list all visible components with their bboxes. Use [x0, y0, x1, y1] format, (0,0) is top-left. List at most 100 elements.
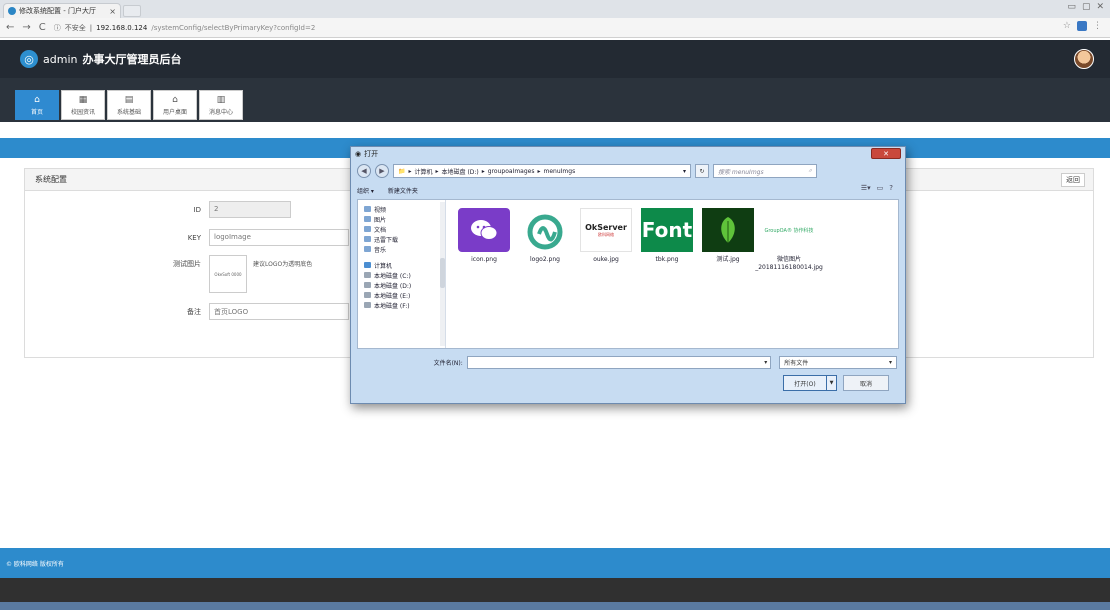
window-controls: ▭ ▢ ✕	[1067, 2, 1104, 12]
back-arrow-icon[interactable]: ←	[6, 22, 14, 33]
bookmark-star-icon[interactable]: ☆	[1063, 21, 1071, 31]
tree-item[interactable]: 音乐	[364, 244, 439, 254]
file-item[interactable]: 测试.jpg	[702, 208, 754, 272]
note-field[interactable]: 首页LOGO	[209, 303, 349, 320]
new-folder-button[interactable]: 新建文件夹	[388, 186, 418, 195]
drive-icon	[364, 292, 371, 298]
library-icon	[364, 206, 371, 212]
chat-bubble-icon	[458, 208, 510, 252]
refresh-icon[interactable]: ↻	[695, 164, 709, 178]
navigation-tree: 视频 图片 文档 迅雷下载 音乐 计算机 本地磁盘 (C:) 本地磁盘 (D:)…	[358, 200, 446, 348]
module-system[interactable]: ▤ 系统基础	[107, 90, 151, 120]
file-item[interactable]: Font tbk.png	[641, 208, 693, 272]
library-icon	[364, 216, 371, 222]
file-list: icon.png logo2.png OkServer 欧科网络 ouke.jp…	[458, 208, 823, 272]
tree-item[interactable]: 本地磁盘 (C:)	[364, 270, 439, 280]
library-icon	[364, 226, 371, 232]
dialog-buttons: 打开(O) ▼ 取消	[783, 375, 889, 391]
tab-close-icon[interactable]: ×	[109, 7, 116, 16]
tree-item[interactable]: 迅雷下载	[364, 234, 439, 244]
message-icon: ▥	[216, 94, 226, 105]
url-path: /systemConfig/selectByPrimaryKey?configI…	[151, 23, 316, 32]
module-desktop[interactable]: ⌂ 用户桌面	[153, 90, 197, 120]
news-icon: ▦	[78, 94, 88, 105]
tree-item[interactable]: 本地磁盘 (D:)	[364, 280, 439, 290]
module-messages[interactable]: ▥ 消息中心	[199, 90, 243, 120]
tree-item[interactable]: 视频	[364, 204, 439, 214]
dialog-title: 打开	[364, 150, 379, 158]
dialog-search-input[interactable]: 搜索 menuImgs ⌕	[713, 164, 817, 178]
file-type-select[interactable]: 所有文件 ▾	[779, 355, 898, 369]
file-item[interactable]: GroupOA® 协作科技 微信图片_20181116180014.jpg	[755, 208, 823, 272]
dialog-back-icon[interactable]: ◀	[357, 164, 371, 178]
dialog-address-row: ◀ ▶ 📁 ▸ 计算机 ▸ 本地磁盘 (D:) ▸ groupoaImages ▸ me…	[357, 163, 897, 179]
logo-icon	[519, 208, 571, 252]
open-button[interactable]: 打开(O) ▼	[783, 375, 837, 391]
reload-icon[interactable]: C	[39, 22, 46, 33]
chevron-down-icon[interactable]: ▼	[826, 376, 836, 390]
organize-button[interactable]: 组织 ▾	[357, 186, 374, 195]
module-home[interactable]: ⌂ 首页	[15, 90, 59, 120]
tree-item[interactable]: 计算机	[364, 260, 439, 270]
tree-item[interactable]: 本地磁盘 (E:)	[364, 290, 439, 300]
filename-input[interactable]: ▾	[466, 355, 772, 369]
filename-label: 文件名(N):	[433, 359, 463, 367]
tree-item[interactable]: 本地磁盘 (F:)	[364, 300, 439, 310]
info-icon[interactable]: ⓘ	[54, 23, 61, 33]
ouke-logo-icon: OkServer 欧科网络	[580, 208, 632, 252]
desktop-icon: ⌂	[172, 94, 178, 105]
new-tab-button[interactable]	[123, 5, 141, 17]
dialog-breadcrumb[interactable]: 📁 ▸ 计算机 ▸ 本地磁盘 (D:) ▸ groupoaImages ▸ menuIm…	[393, 164, 691, 178]
note-label: 备注	[187, 307, 201, 316]
footer-copyright: © 欧科网络 版权所有	[6, 560, 64, 568]
form-row-key: KEY logoImage	[165, 229, 349, 246]
form-row-note: 备注 首页LOGO	[165, 303, 349, 320]
header-username: admin	[43, 52, 78, 66]
dialog-forward-icon[interactable]: ▶	[375, 164, 389, 178]
app-header: ◎ admin 办事大厅管理员后台	[0, 40, 1110, 78]
module-bar: ⌂ 首页 ▦ 校园资讯 ▤ 系统基础 ⌂ 用户桌面 ▥ 消息中心	[0, 78, 1110, 122]
dialog-command-bar: 组织 ▾ 新建文件夹 ☰▾ ▭ ?	[357, 183, 897, 197]
url-host: 192.168.0.124	[96, 23, 148, 32]
module-news[interactable]: ▦ 校园资讯	[61, 90, 105, 120]
cancel-button[interactable]: 取消	[843, 375, 889, 391]
groupoa-logo-icon: GroupOA® 协作科技	[763, 208, 815, 252]
app-logo-icon: ◎	[20, 50, 38, 68]
tab-title: 修改系统配置 - 门户大厅	[19, 7, 96, 15]
logo-image-preview[interactable]: OkeSoft 0000	[209, 255, 247, 293]
file-open-dialog: ◉ 打开 ✕ ◀ ▶ 📁 ▸ 计算机 ▸ 本地磁盘 (D:) ▸ groupoaIma…	[350, 146, 906, 404]
dialog-body: 视频 图片 文档 迅雷下载 音乐 计算机 本地磁盘 (C:) 本地磁盘 (D:)…	[357, 199, 899, 349]
file-item[interactable]: OkServer 欧科网络 ouke.jpg	[580, 208, 632, 272]
extension-icon[interactable]	[1077, 21, 1087, 31]
close-window-icon[interactable]: ✕	[1096, 2, 1104, 12]
maximize-icon[interactable]: ▢	[1082, 2, 1091, 12]
user-avatar[interactable]	[1074, 49, 1094, 69]
file-item[interactable]: logo2.png	[519, 208, 571, 272]
dialog-titlebar: ◉ 打开	[355, 149, 378, 159]
library-icon	[364, 236, 371, 242]
preview-pane-icon[interactable]: ▭	[877, 184, 884, 192]
tree-item[interactable]: 图片	[364, 214, 439, 224]
file-item[interactable]: icon.png	[458, 208, 510, 272]
view-options-icon[interactable]: ☰▾	[861, 184, 871, 192]
browser-tab[interactable]: 修改系统配置 - 门户大厅 ×	[3, 3, 121, 18]
dialog-close-button[interactable]: ✕	[871, 148, 901, 159]
minimize-icon[interactable]: ▭	[1067, 2, 1076, 12]
help-icon[interactable]: ?	[889, 184, 893, 192]
back-button[interactable]: 返回	[1061, 173, 1085, 187]
tree-scrollbar[interactable]	[440, 202, 445, 346]
font-logo-icon: Font	[641, 208, 693, 252]
folder-icon: 📁	[398, 167, 406, 175]
footer-dark-strip	[0, 578, 1110, 602]
key-field[interactable]: logoImage	[209, 229, 349, 246]
drive-icon	[364, 272, 371, 278]
forward-arrow-icon[interactable]: →	[22, 22, 30, 33]
chevron-down-icon[interactable]: ▾	[683, 168, 686, 175]
menu-dots-icon[interactable]: ⋮	[1093, 21, 1102, 31]
computer-icon	[364, 262, 371, 268]
chevron-down-icon[interactable]: ▾	[764, 359, 767, 366]
tree-item[interactable]: 文档	[364, 224, 439, 234]
filename-row: 文件名(N): ▾ 所有文件 ▾	[357, 355, 898, 369]
address-bar[interactable]: ⓘ 不安全 | 192.168.0.124/systemConfig/selec…	[54, 23, 316, 33]
os-taskbar	[0, 602, 1110, 610]
